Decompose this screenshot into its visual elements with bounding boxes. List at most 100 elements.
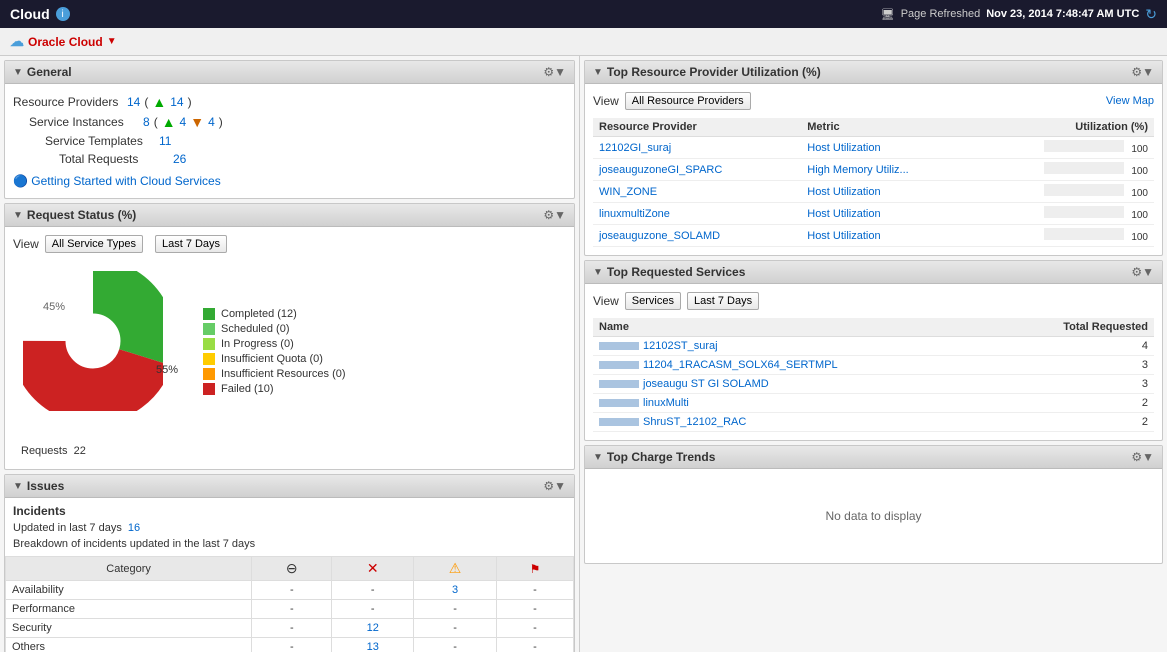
refresh-text: Page Refreshed: [901, 8, 981, 20]
top-resource-header: ▼ Top Resource Provider Utilization (%) …: [585, 61, 1162, 84]
util-bar-container: [1044, 228, 1124, 240]
util-bar-container: [1044, 184, 1124, 196]
avail-flag: -: [496, 581, 573, 600]
req-row-name[interactable]: joseaugu ST GI SOLAMD: [593, 375, 998, 394]
rp-row-metric[interactable]: Host Utilization: [801, 137, 976, 159]
service-type-dropdown[interactable]: All Service Types: [45, 235, 143, 253]
app-title: Cloud: [10, 6, 50, 22]
req-row-name[interactable]: linuxMulti: [593, 394, 998, 413]
resource-providers-row: Resource Providers 14 ( ▲ 14 ): [13, 92, 566, 112]
top-charge-section: ▼ Top Charge Trends ⚙▼ No data to displa…: [584, 445, 1163, 564]
legend-color-completed: [203, 308, 215, 320]
sec-error[interactable]: 12: [332, 619, 414, 638]
util-bar-container: [1044, 206, 1124, 218]
other-critical: -: [252, 638, 332, 652]
col-critical: ⊖: [252, 557, 332, 581]
top-bar: Cloud i 🖥 Page Refreshed Nov 23, 2014 7:…: [0, 0, 1167, 28]
si-label: Service Instances: [29, 115, 139, 129]
rp-row-metric[interactable]: Host Utilization: [801, 225, 976, 247]
st-count[interactable]: 11: [159, 134, 171, 148]
dropdown-arrow[interactable]: ▼: [107, 36, 117, 47]
legend-label-inprogress: In Progress (0): [221, 338, 294, 350]
rp-row-metric[interactable]: High Memory Utiliz...: [801, 159, 976, 181]
table-row: linuxmultiZone Host Utilization 100: [593, 203, 1154, 225]
service-filter-dropdown[interactable]: Services: [625, 292, 681, 310]
top-resource-section: ▼ Top Resource Provider Utilization (%) …: [584, 60, 1163, 256]
perf-warning: -: [414, 600, 497, 619]
time-range-dropdown[interactable]: Last 7 Days: [155, 235, 227, 253]
req-gear[interactable]: ⚙▼: [1131, 265, 1154, 279]
updated-row: Updated in last 7 days 16: [5, 520, 574, 536]
req-table-header: Name Total Requested: [593, 318, 1154, 337]
rp-row-name[interactable]: linuxmultiZone: [593, 203, 801, 225]
req-bar: [599, 342, 639, 350]
si-down[interactable]: 4: [208, 115, 215, 129]
updated-count[interactable]: 16: [128, 522, 140, 534]
breakdown-row: Breakdown of incidents updated in the la…: [5, 536, 574, 552]
rp-count[interactable]: 14: [127, 95, 140, 109]
si-up[interactable]: 4: [180, 115, 187, 129]
req-time-range-dropdown[interactable]: Last 7 Days: [687, 292, 759, 310]
info-icon[interactable]: i: [56, 7, 70, 21]
pie-container: 45% 55%: [23, 271, 183, 431]
tr-count[interactable]: 26: [173, 152, 186, 166]
legend-label-failed: Failed (10): [221, 383, 274, 395]
avail-error: -: [332, 581, 414, 600]
charge-title-text: Top Charge Trends: [607, 450, 715, 464]
rs-gear[interactable]: ⚙▼: [543, 208, 566, 222]
req-row-name[interactable]: ShruST_12102_RAC: [593, 413, 998, 432]
requests-label: Requests: [21, 445, 67, 457]
cat-security: Security: [6, 619, 252, 638]
si-count[interactable]: 8: [143, 115, 150, 129]
refresh-icon[interactable]: ↻: [1145, 6, 1157, 23]
table-row: ShruST_12102_RAC 2: [593, 413, 1154, 432]
other-error[interactable]: 13: [332, 638, 414, 652]
rp-row-name[interactable]: joseauguzone_SOLAMD: [593, 225, 801, 247]
rp-row-metric[interactable]: Host Utilization: [801, 181, 976, 203]
table-row: 12102ST_suraj 4: [593, 337, 1154, 356]
total-requests-row: Total Requests 26: [13, 150, 566, 168]
avail-critical: -: [252, 581, 332, 600]
rp-row-name[interactable]: WIN_ZONE: [593, 181, 801, 203]
table-row: Security - 12 - -: [6, 619, 574, 638]
rp-row-name[interactable]: 12102GI_suraj: [593, 137, 801, 159]
view-map-link[interactable]: View Map: [1106, 95, 1154, 107]
rp-row-name[interactable]: joseauguzoneGI_SPARC: [593, 159, 801, 181]
getting-started-icon: 🔵: [13, 174, 28, 188]
tr-gear[interactable]: ⚙▼: [1131, 65, 1154, 79]
req-row-total: 3: [998, 375, 1154, 394]
sec-flag: -: [496, 619, 573, 638]
error-icon: ✕: [367, 560, 379, 576]
top-charge-title: ▼ Top Charge Trends: [593, 450, 715, 464]
req-row-name[interactable]: 12102ST_suraj: [593, 337, 998, 356]
si-open: (: [154, 115, 158, 129]
si-up-icon: ▲: [162, 114, 176, 130]
legend-resources: Insufficient Resources (0): [203, 368, 346, 380]
provider-filter-dropdown[interactable]: All Resource Providers: [625, 92, 751, 110]
rp-row-util: 100: [976, 203, 1154, 225]
issues-gear[interactable]: ⚙▼: [543, 479, 566, 493]
table-row: Others - 13 - -: [6, 638, 574, 652]
left-panel: ▼ General ⚙▼ Resource Providers 14 ( ▲ 1…: [0, 56, 580, 652]
si-close: ): [219, 115, 223, 129]
util-number: 100: [1131, 144, 1148, 155]
general-body: Resource Providers 14 ( ▲ 14 ) Service I…: [5, 84, 574, 198]
getting-started-link[interactable]: Getting Started with Cloud Services: [31, 174, 220, 188]
oracle-logo[interactable]: ☁ Oracle Cloud ▼: [10, 33, 117, 50]
tr-view-row: View All Resource Providers View Map: [593, 92, 1154, 110]
sec-warning: -: [414, 619, 497, 638]
top-charge-header: ▼ Top Charge Trends ⚙▼: [585, 446, 1162, 469]
critical-icon: ⊖: [286, 560, 298, 576]
avail-warning[interactable]: 3: [414, 581, 497, 600]
req-row-total: 4: [998, 337, 1154, 356]
req-row-total: 3: [998, 356, 1154, 375]
rp-green-count[interactable]: 14: [170, 95, 183, 109]
charge-gear[interactable]: ⚙▼: [1131, 450, 1154, 464]
legend-completed: Completed (12): [203, 308, 346, 320]
issues-title: ▼ Issues: [13, 479, 64, 493]
req-row-name[interactable]: 11204_1RACASM_SOLX64_SERTMPL: [593, 356, 998, 375]
rp-row-metric[interactable]: Host Utilization: [801, 203, 976, 225]
legend-inprogress: In Progress (0): [203, 338, 346, 350]
legend-color-inprogress: [203, 338, 215, 350]
general-gear[interactable]: ⚙▼: [543, 65, 566, 79]
